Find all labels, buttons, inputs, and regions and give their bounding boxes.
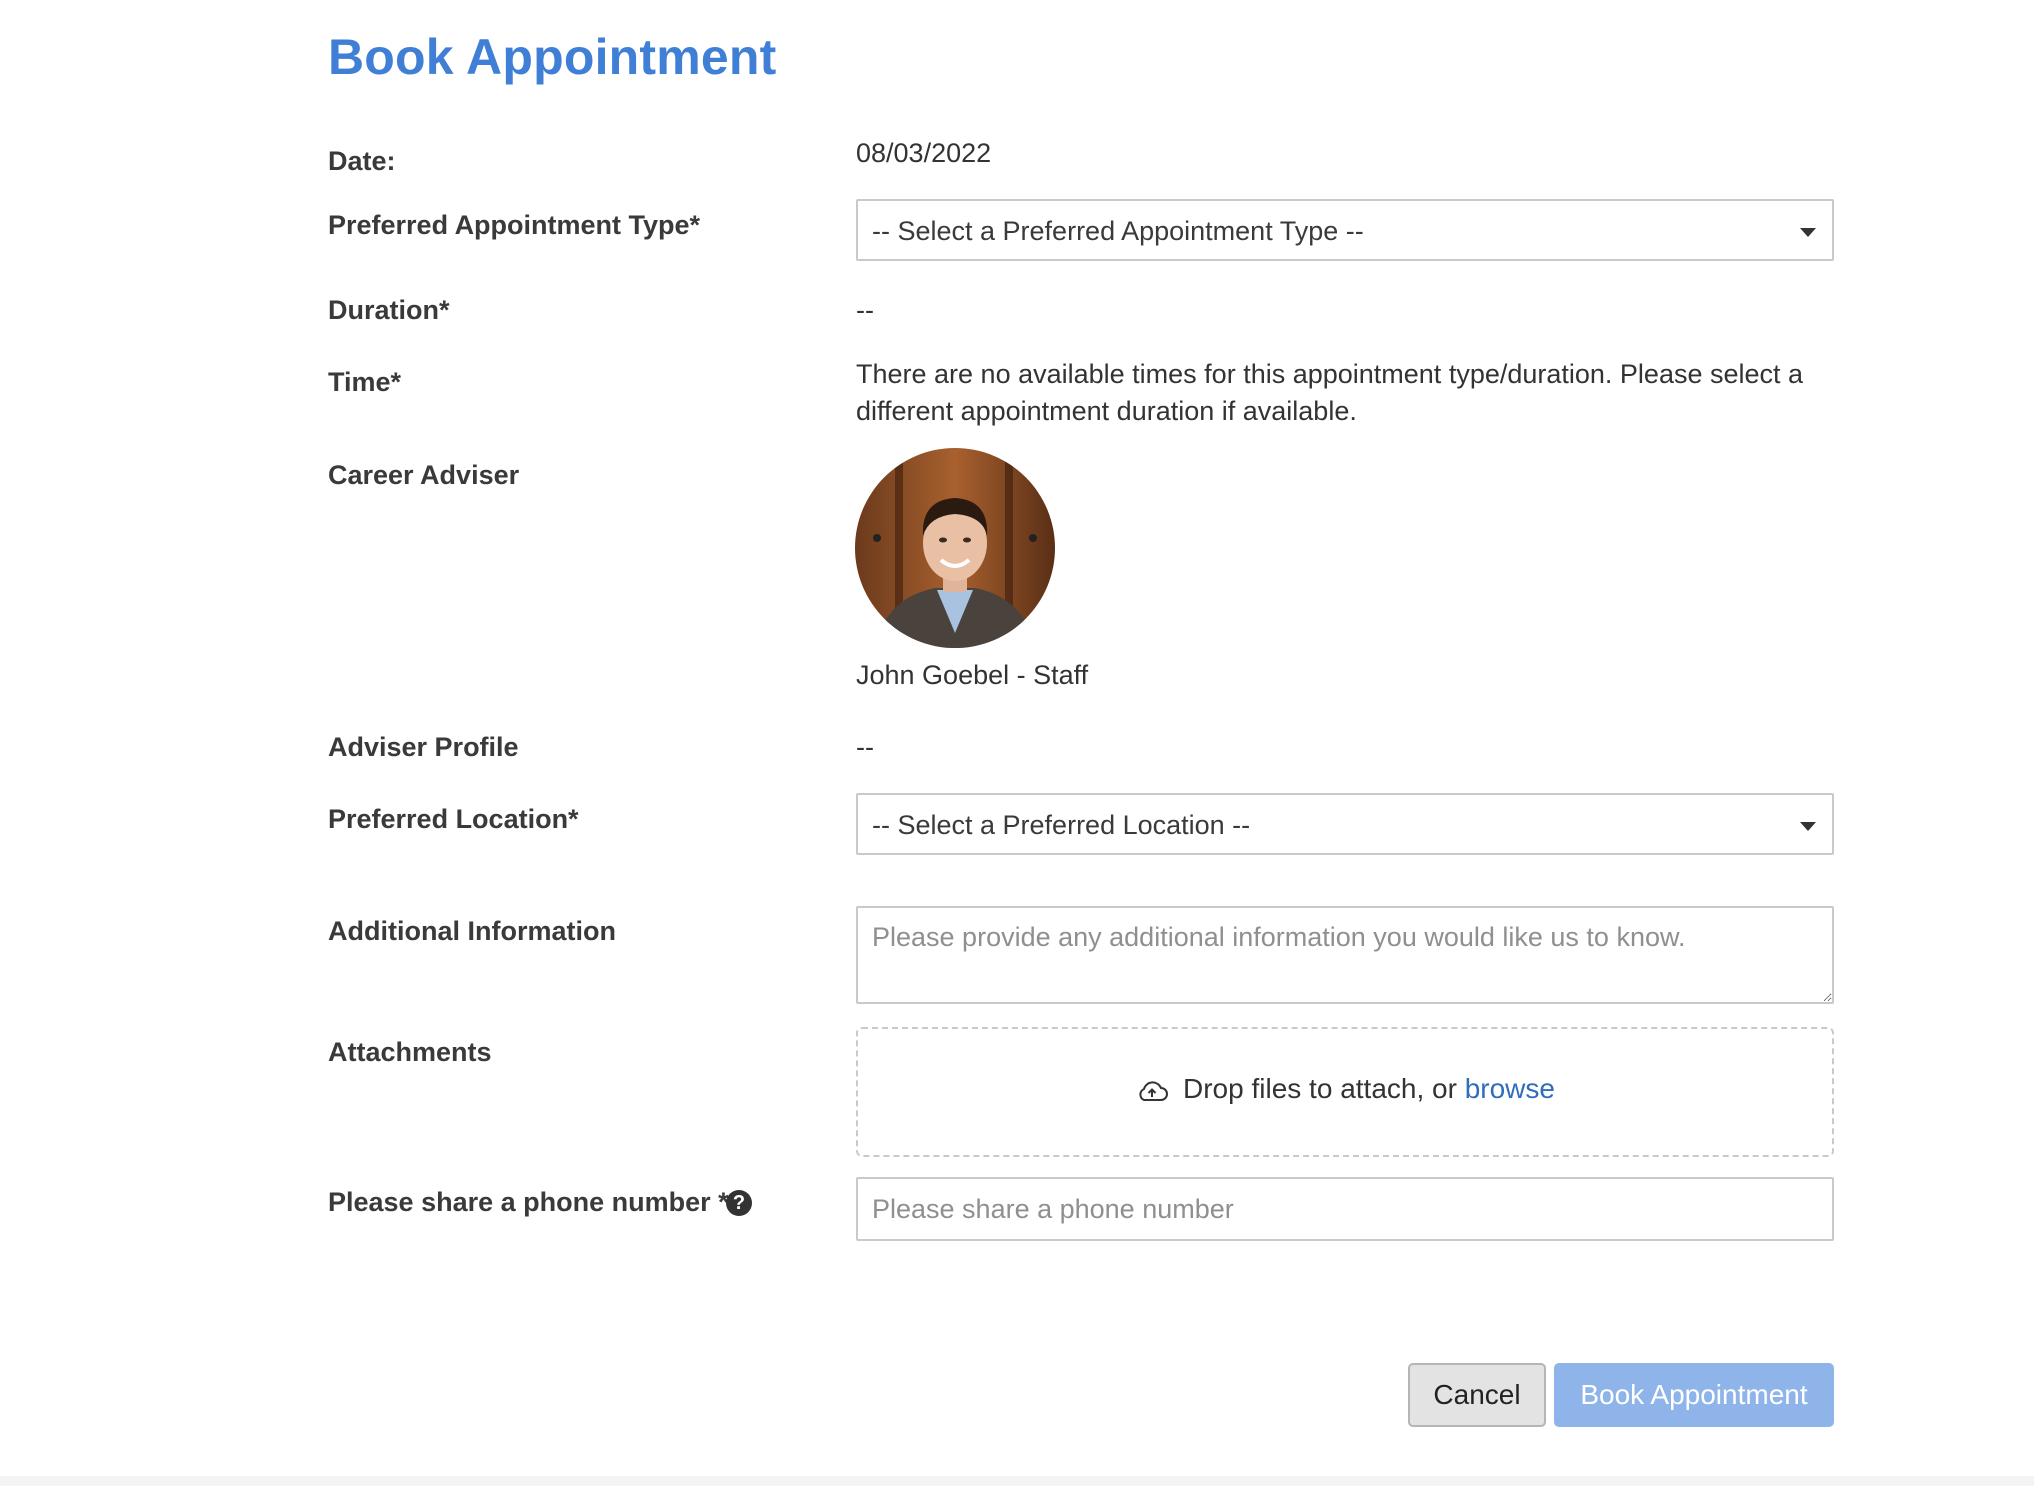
duration-value: --	[856, 295, 874, 325]
book-appointment-button[interactable]: Book Appointment	[1554, 1363, 1834, 1427]
footer-divider	[0, 1476, 2034, 1486]
time-label: Time*	[328, 367, 402, 397]
browse-link[interactable]: browse	[1465, 1073, 1555, 1104]
appointment-type-select[interactable]: -- Select a Preferred Appointment Type -…	[856, 199, 1834, 261]
date-value: 08/03/2022	[856, 138, 992, 168]
chevron-down-icon	[1800, 822, 1816, 831]
additional-info-textarea[interactable]	[856, 906, 1834, 1004]
cloud-upload-icon	[1135, 1078, 1169, 1110]
question-circle-icon[interactable]: ?	[726, 1190, 752, 1216]
time-message: There are no available times for this ap…	[856, 359, 1804, 426]
adviser-name: John Goebel - Staff	[856, 660, 1089, 690]
phone-input[interactable]	[856, 1177, 1834, 1241]
duration-label: Duration*	[328, 295, 450, 325]
location-select[interactable]: -- Select a Preferred Location --	[856, 793, 1834, 855]
appointment-type-selected: -- Select a Preferred Appointment Type -…	[872, 216, 1364, 246]
adviser-profile-value: --	[856, 732, 874, 762]
attachments-label: Attachments	[328, 1037, 492, 1067]
adviser-profile-label: Adviser Profile	[328, 732, 519, 762]
attachments-dropzone[interactable]: Drop files to attach, or browse	[856, 1027, 1834, 1157]
career-adviser-label: Career Adviser	[328, 460, 520, 490]
avatar	[855, 448, 1055, 648]
additional-info-label: Additional Information	[328, 916, 616, 946]
phone-label: Please share a phone number *	[328, 1187, 729, 1217]
date-label: Date:	[328, 146, 396, 176]
location-label: Preferred Location*	[328, 804, 579, 834]
chevron-down-icon	[1800, 228, 1816, 237]
page-title: Book Appointment	[328, 29, 777, 85]
location-selected: -- Select a Preferred Location --	[872, 810, 1251, 840]
cancel-button[interactable]: Cancel	[1408, 1363, 1546, 1427]
appointment-type-label: Preferred Appointment Type*	[328, 210, 701, 240]
dropzone-text: Drop files to attach, or	[1183, 1073, 1465, 1104]
